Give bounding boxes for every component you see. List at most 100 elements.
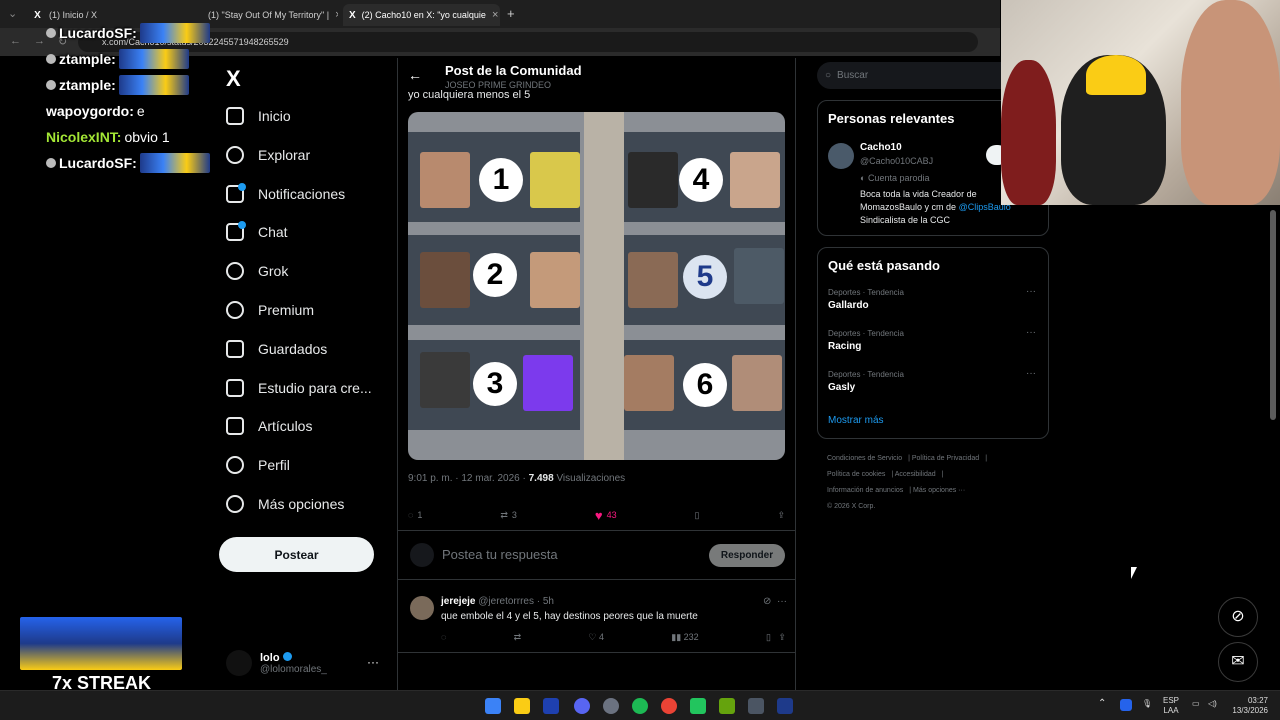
- nav-item-articulos[interactable]: Artículos: [226, 411, 312, 441]
- more-circle-icon: [226, 495, 244, 513]
- mouse-cursor-icon: [1131, 567, 1137, 579]
- seat-number: 6: [683, 363, 727, 407]
- like-button[interactable]: ♡ 4: [588, 632, 604, 643]
- left-nav: X Inicio Explorar Notificaciones Chat Gr…: [218, 58, 396, 690]
- nav-item-inicio[interactable]: Inicio: [226, 101, 291, 131]
- back-arrow-icon[interactable]: ←: [408, 67, 422, 83]
- chat-message: LucardoSF:: [46, 20, 216, 46]
- tab-list-chevron-icon[interactable]: ⌄: [8, 7, 17, 20]
- trending-panel: Qué está pasando Deportes · Tendencia Ga…: [817, 247, 1049, 439]
- start-icon[interactable]: [485, 698, 501, 714]
- face-image: [420, 352, 470, 408]
- nav-item-guardados[interactable]: Guardados: [226, 334, 327, 364]
- back-icon[interactable]: ←: [10, 35, 21, 47]
- spotify-icon[interactable]: [632, 698, 648, 714]
- post-image[interactable]: 1 2 3 4 5 6: [408, 112, 785, 460]
- aisle: [584, 112, 624, 460]
- chat-message: wapoygordo: e: [46, 103, 145, 119]
- app-icon[interactable]: [748, 698, 764, 714]
- chat-message: NicolexINT: obvio 1: [46, 129, 170, 145]
- comment-handle: @jeretorrres · 5h: [478, 596, 554, 607]
- heart-icon: ♥: [594, 507, 603, 523]
- tray-chevron-icon[interactable]: ⌃: [1098, 699, 1106, 709]
- nav-item-estudio[interactable]: Estudio para cre...: [226, 373, 372, 403]
- nav-item-chat[interactable]: Chat: [226, 217, 288, 247]
- reply-icon[interactable]: ◌: [441, 632, 446, 643]
- defender-icon[interactable]: [1120, 699, 1132, 711]
- close-tab-icon[interactable]: ×: [492, 9, 498, 21]
- repost-icon[interactable]: ⇄: [514, 632, 522, 643]
- network-icon[interactable]: ▭: [1192, 699, 1200, 709]
- grok-icon: [226, 262, 244, 280]
- comment[interactable]: jerejeje @jeretorrres · 5h ⊘ ··· que emb…: [398, 586, 795, 653]
- obs-icon[interactable]: [603, 698, 619, 714]
- more-icon[interactable]: ···: [367, 655, 379, 669]
- face-image: [730, 152, 780, 208]
- reply-button[interactable]: ◌ 1: [408, 510, 422, 520]
- close-tab-icon[interactable]: ×: [335, 9, 338, 21]
- face-image: [530, 152, 580, 208]
- chat-message: ztample:: [46, 72, 216, 98]
- seat-number: 1: [479, 158, 523, 202]
- language-indicator[interactable]: ESP LAA: [1163, 696, 1179, 716]
- post-button[interactable]: Postear: [219, 537, 374, 572]
- avatar: [410, 543, 434, 567]
- mic-icon[interactable]: 🎙: [1142, 699, 1152, 709]
- repost-button[interactable]: ⇄ 3: [500, 510, 517, 521]
- face-image: [628, 252, 678, 308]
- grok-fab-icon[interactable]: ⊘: [1218, 597, 1258, 637]
- streak-image: [20, 617, 182, 670]
- new-tab-button[interactable]: +: [507, 6, 515, 21]
- more-icon[interactable]: ···: [1026, 327, 1036, 338]
- share-button[interactable]: ⇪: [777, 510, 785, 521]
- account-switcher[interactable]: lolo @lolomorales_ ···: [226, 643, 391, 683]
- steam-icon[interactable]: [543, 698, 559, 714]
- share-icon: ⇪: [777, 509, 785, 520]
- reply-composer: Postea tu respuesta Responder: [398, 530, 795, 580]
- nav-item-explorar[interactable]: Explorar: [226, 140, 310, 170]
- nav-item-grok[interactable]: Grok: [226, 256, 288, 286]
- avatar[interactable]: [828, 143, 854, 169]
- file-explorer-icon[interactable]: [514, 698, 530, 714]
- x-logo-icon[interactable]: X: [226, 66, 241, 92]
- tab-post[interactable]: X (2) Cacho10 en X: "yo cualquie ×: [343, 4, 500, 26]
- nav-item-mas-opciones[interactable]: Más opciones: [226, 489, 344, 519]
- like-button[interactable]: ♥ 43: [595, 508, 617, 523]
- clock[interactable]: 03:27 13/3/2026: [1226, 696, 1268, 716]
- nav-item-perfil[interactable]: Perfil: [226, 450, 290, 480]
- chrome-icon[interactable]: [661, 698, 677, 714]
- messages-fab-icon[interactable]: ✉: [1218, 642, 1258, 682]
- more-icon[interactable]: ···: [1026, 368, 1036, 379]
- nav-item-notificaciones[interactable]: Notificaciones: [226, 179, 345, 209]
- minecraft-icon[interactable]: [719, 698, 735, 714]
- volume-icon[interactable]: ◁): [1208, 699, 1217, 709]
- face-image: [420, 252, 470, 308]
- face-image: [420, 152, 470, 208]
- scrollbar[interactable]: [1270, 210, 1276, 420]
- grok-icon[interactable]: ⊘: [763, 596, 771, 607]
- post-meta: 9:01 p. m. · 12 mar. 2026 · 7.498 Visual…: [408, 473, 626, 484]
- comment-actions: ◌ ⇄ ♡ 4 ▮▮ 232 ▯ ⇪: [441, 632, 786, 643]
- more-icon[interactable]: ···: [1026, 286, 1036, 297]
- forward-icon[interactable]: →: [34, 35, 45, 47]
- more-icon[interactable]: ···: [777, 596, 787, 607]
- person-name[interactable]: Cacho10: [860, 142, 902, 153]
- emote-image: [118, 49, 189, 69]
- reply-input[interactable]: Postea tu respuesta: [442, 547, 558, 562]
- trend-item[interactable]: Deportes · Tendencia Gallardo ···: [828, 286, 1038, 311]
- show-more-link[interactable]: Mostrar más: [828, 415, 884, 426]
- bookmark-button[interactable]: ▯: [695, 510, 700, 521]
- views-button[interactable]: ▮▮ 232: [671, 632, 698, 643]
- bookmark-icon[interactable]: ▯ ⇪: [766, 632, 786, 643]
- footer-links: Condiciones de Servicio | Política de Pri…: [827, 455, 988, 510]
- steam-icon[interactable]: [777, 698, 793, 714]
- reply-submit-button[interactable]: Responder: [709, 544, 785, 567]
- avatar: [410, 596, 434, 620]
- unread-dot: [238, 221, 246, 229]
- kick-icon[interactable]: [690, 698, 706, 714]
- discord-icon[interactable]: [574, 698, 590, 714]
- nav-item-premium[interactable]: Premium: [226, 295, 314, 325]
- badge-icon: [46, 80, 56, 90]
- trend-item[interactable]: Deportes · Tendencia Gasly ···: [828, 368, 1038, 393]
- trend-item[interactable]: Deportes · Tendencia Racing ···: [828, 327, 1038, 352]
